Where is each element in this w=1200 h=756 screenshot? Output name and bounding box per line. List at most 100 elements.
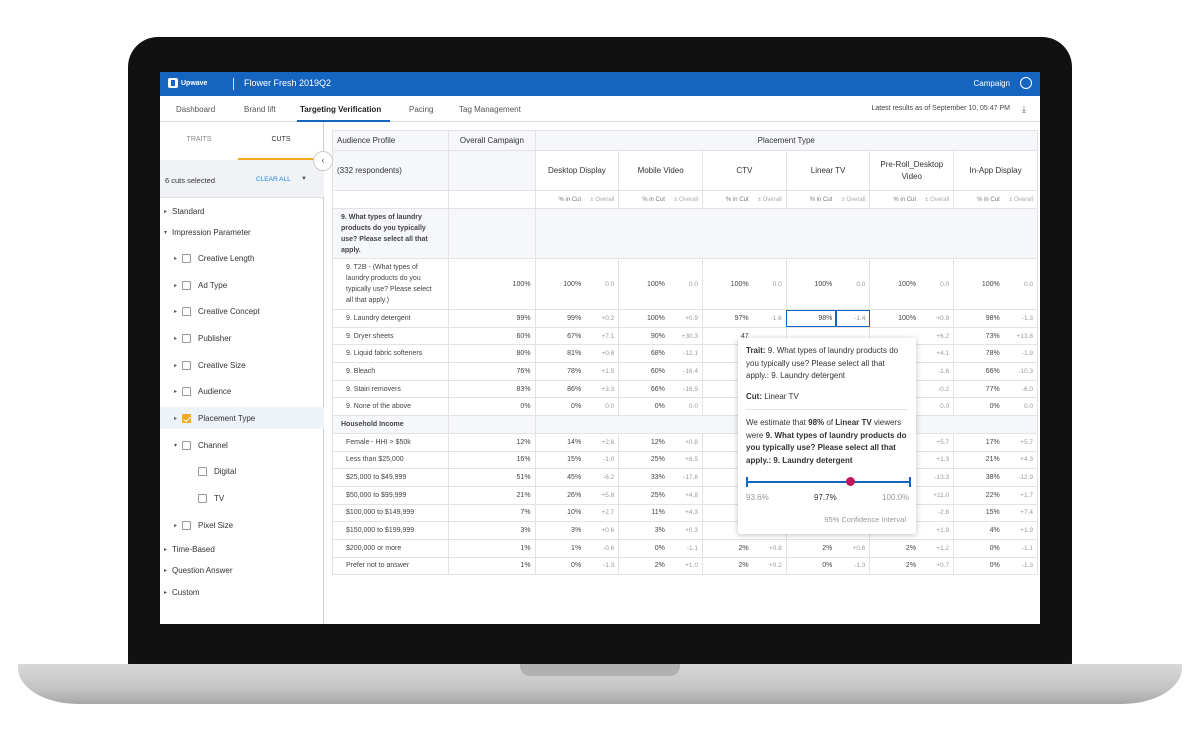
cut-tree-item[interactable]: ▸ Placement Type — [160, 407, 324, 429]
pct-in-cut-cell[interactable]: 100% — [869, 309, 921, 328]
cut-tree-item[interactable]: ▸ Audience — [160, 380, 324, 402]
cut-tree-item[interactable]: ▸ Creative Length — [160, 247, 324, 269]
delta-cell[interactable]: -17.8 — [668, 468, 703, 487]
pct-in-cut-cell[interactable]: 0% — [534, 397, 586, 417]
checkbox[interactable] — [182, 306, 191, 316]
delta-cell[interactable]: 0.0 — [668, 258, 703, 310]
pct-in-cut-cell[interactable]: 67% — [534, 326, 586, 346]
caret-right-icon[interactable]: ▸ — [174, 415, 182, 422]
caret-right-icon[interactable]: ▸ — [164, 567, 172, 574]
pct-in-cut-cell[interactable]: 25% — [618, 485, 669, 505]
pct-in-cut-cell[interactable]: 97% — [701, 309, 753, 328]
delta-cell[interactable]: +1.0 — [668, 556, 703, 576]
caret-down-icon[interactable]: ▾ — [174, 442, 182, 449]
delta-cell[interactable]: 0.0 — [668, 397, 703, 417]
cut-tree-item[interactable]: ▸ Standard — [160, 200, 324, 222]
pct-in-cut-cell[interactable]: 21% — [953, 450, 1004, 470]
delta-cell[interactable]: +0.8 — [752, 538, 787, 558]
pct-in-cut-cell[interactable]: 98% — [953, 309, 1004, 328]
delta-cell[interactable]: +30.3 — [668, 326, 703, 346]
pct-in-cut-cell[interactable]: 3% — [534, 521, 586, 540]
delta-cell[interactable]: 0.0 — [920, 258, 955, 310]
pct-in-cut-cell[interactable]: 0% — [953, 538, 1004, 558]
checkbox[interactable] — [182, 520, 191, 530]
delta-cell[interactable]: 0.0 — [1003, 258, 1038, 310]
delta-cell[interactable]: +7.1 — [585, 326, 620, 346]
checkbox[interactable] — [182, 333, 191, 343]
pct-in-cut-cell[interactable]: 26% — [534, 485, 586, 505]
pct-in-cut-cell[interactable]: 0% — [618, 538, 669, 558]
delta-cell[interactable]: -16.4 — [668, 362, 703, 381]
caret-right-icon[interactable]: ▸ — [164, 208, 172, 215]
cut-tree-item[interactable]: ▸ Pixel Size — [160, 514, 324, 536]
delta-cell[interactable]: -1.4 — [836, 309, 871, 328]
delta-cell[interactable]: 0.0 — [836, 258, 871, 310]
table-row[interactable]: $150,000 to $199,9993%3%+0.63%+0.30%-2.6… — [331, 521, 1038, 540]
caret-right-icon[interactable]: ▸ — [174, 362, 182, 369]
checkbox[interactable] — [182, 386, 191, 396]
pct-in-cut-cell[interactable]: 45% — [534, 468, 586, 487]
pct-in-cut-cell[interactable]: 99% — [534, 309, 586, 328]
tab-traits[interactable]: TRAITS — [160, 136, 238, 143]
placement-header[interactable]: In-App Display — [953, 150, 1038, 191]
table-row[interactable]: $100,000 to $149,9997%10%+2.711%+4.34-2.… — [331, 503, 1038, 523]
pct-in-cut-cell[interactable]: 11% — [618, 503, 669, 523]
cut-tree-item[interactable]: ▾ Channel — [160, 434, 324, 456]
delta-cell[interactable]: +6.2 — [920, 326, 955, 346]
delta-cell[interactable]: -1.6 — [920, 362, 955, 381]
caret-right-icon[interactable]: ▸ — [174, 282, 182, 289]
placement-header[interactable]: Pre-Roll_Desktop Video — [869, 150, 955, 191]
pct-in-cut-cell[interactable]: 10% — [534, 503, 586, 523]
delta-cell[interactable]: -6.0 — [1003, 379, 1038, 399]
pct-in-cut-cell[interactable]: 66% — [953, 362, 1004, 381]
pct-in-cut-cell[interactable]: 1% — [534, 538, 586, 558]
delta-cell[interactable]: +7.4 — [1003, 503, 1038, 523]
cut-tree-item[interactable]: ▸ Creative Concept — [160, 300, 324, 322]
delta-cell[interactable]: +5.8 — [585, 485, 620, 505]
tab-brand-lift[interactable]: Brand lift — [244, 105, 276, 114]
collapse-sidebar-button[interactable]: ‹ — [313, 151, 333, 171]
delta-cell[interactable]: -1.3 — [1003, 309, 1038, 328]
delta-cell[interactable]: -1.6 — [752, 309, 787, 328]
user-icon[interactable] — [1020, 77, 1032, 89]
download-icon[interactable]: ⤓ — [1022, 104, 1026, 115]
delta-cell[interactable]: -0.6 — [585, 538, 620, 558]
pct-in-cut-cell[interactable]: 22% — [953, 485, 1004, 505]
delta-cell[interactable]: +4.1 — [920, 344, 955, 364]
tab-dashboard[interactable]: Dashboard — [176, 105, 215, 114]
pct-in-cut-cell[interactable]: 2% — [701, 538, 753, 558]
pct-in-cut-cell[interactable]: 38% — [953, 468, 1004, 487]
delta-cell[interactable]: +2.6 — [585, 432, 620, 452]
table-row[interactable]: 9. Stain removers83%86%+3.366%-16.987-0.… — [331, 379, 1038, 399]
checkbox[interactable] — [182, 440, 191, 450]
delta-cell[interactable]: 0.0 — [920, 397, 955, 417]
table-row[interactable]: 9. Bleach76%78%+1.560%-16.479-1.666%-10.… — [331, 362, 1038, 381]
caret-right-icon[interactable]: ▸ — [174, 255, 182, 262]
delta-cell[interactable]: +0.8 — [585, 344, 620, 364]
cut-tree-item[interactable]: ▸ Question Answer — [160, 559, 324, 581]
pct-in-cut-cell[interactable]: 2% — [701, 556, 753, 576]
pct-in-cut-cell[interactable]: 86% — [534, 379, 586, 399]
delta-cell[interactable]: +3.3 — [585, 379, 620, 399]
tab-targeting-verification[interactable]: Targeting Verification — [300, 105, 381, 114]
table-row[interactable]: Less than $25,00016%15%-1.025%+8.518+1.3… — [331, 450, 1038, 470]
placement-header[interactable]: Desktop Display — [534, 150, 620, 191]
delta-cell[interactable]: +2.7 — [585, 503, 620, 523]
pct-in-cut-cell[interactable]: 2% — [869, 556, 921, 576]
cut-tree-item[interactable]: ▾ Impression Parameter — [160, 221, 324, 243]
cut-tree-item[interactable]: TV — [160, 487, 324, 509]
cut-tree-item[interactable]: ▸ Publisher — [160, 327, 324, 349]
delta-cell[interactable]: +0.9 — [920, 309, 955, 328]
pct-in-cut-cell[interactable]: 100% — [701, 258, 753, 310]
campaign-link[interactable]: Campaign — [974, 79, 1010, 88]
pct-in-cut-cell[interactable]: 100% — [534, 258, 586, 310]
pct-in-cut-cell[interactable]: 68% — [618, 344, 669, 364]
cut-tree-item[interactable]: Digital — [160, 460, 324, 482]
pct-in-cut-cell[interactable]: 98% — [785, 309, 837, 328]
pct-in-cut-cell[interactable]: 12% — [618, 432, 669, 452]
delta-cell[interactable]: +0.2 — [752, 556, 787, 576]
caret-right-icon[interactable]: ▸ — [174, 308, 182, 315]
delta-cell[interactable]: -2.8 — [920, 503, 955, 523]
delta-cell[interactable]: +8.5 — [668, 450, 703, 470]
tab-cuts[interactable]: CUTS — [242, 136, 320, 143]
